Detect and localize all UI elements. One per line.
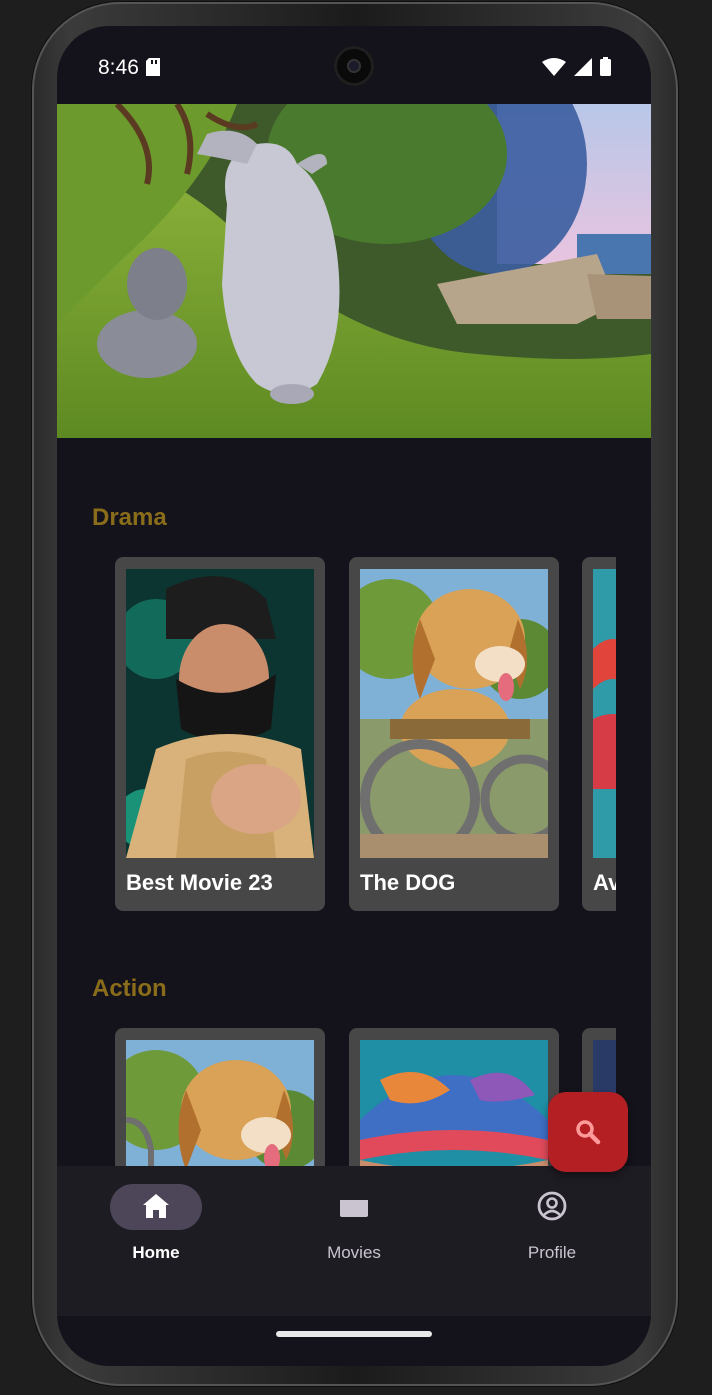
signal-icon: [574, 57, 592, 76]
nav-label-home: Home: [132, 1243, 180, 1262]
movie-poster: [593, 569, 616, 858]
nav-item-home[interactable]: Home: [57, 1166, 255, 1316]
account-circle-icon: [537, 1191, 567, 1221]
wifi-icon: [542, 57, 566, 76]
hero-illustration: [57, 104, 651, 438]
movie-card[interactable]: [115, 1028, 325, 1166]
nav-item-movies[interactable]: Movies: [255, 1166, 453, 1316]
movie-clapper-icon: [340, 1193, 368, 1217]
movie-title: Best Movie 23: [126, 870, 273, 895]
nav-item-profile[interactable]: Profile: [453, 1166, 651, 1316]
movie-card[interactable]: [349, 1028, 559, 1166]
movie-card[interactable]: Av: [582, 557, 616, 911]
sd-card-icon: [146, 58, 160, 76]
front-camera: [334, 46, 374, 86]
movie-title: Av: [593, 870, 616, 895]
section-title-action: Action: [92, 975, 167, 1002]
movie-poster: [360, 1040, 548, 1166]
nav-label-movies: Movies: [327, 1243, 381, 1262]
movie-poster: [126, 1040, 314, 1166]
gesture-handle[interactable]: [276, 1331, 432, 1337]
hero-banner-image[interactable]: [57, 104, 651, 438]
section-title-drama: Drama: [92, 504, 167, 531]
movie-title: The DOG: [360, 870, 456, 895]
battery-icon: [600, 57, 611, 76]
drama-row[interactable]: Best Movie 23 The DOG Av: [115, 557, 616, 913]
movie-poster: [360, 569, 548, 858]
movie-poster: [126, 569, 314, 858]
status-time: 8:46: [98, 56, 139, 79]
status-bar: 8:46: [57, 26, 651, 104]
search-icon: [576, 1120, 601, 1145]
movie-card[interactable]: Best Movie 23: [115, 557, 325, 911]
home-icon: [143, 1194, 169, 1218]
movie-card[interactable]: The DOG: [349, 557, 559, 911]
status-icons: [542, 57, 611, 76]
nav-label-profile: Profile: [527, 1243, 577, 1262]
bottom-navigation: Home Movies Profile: [57, 1166, 651, 1316]
action-row[interactable]: [115, 1028, 616, 1166]
search-fab-button[interactable]: [548, 1092, 628, 1172]
app-screen: 8:46 Drama Best Movie 23 The DOG Av Acti…: [57, 26, 651, 1366]
